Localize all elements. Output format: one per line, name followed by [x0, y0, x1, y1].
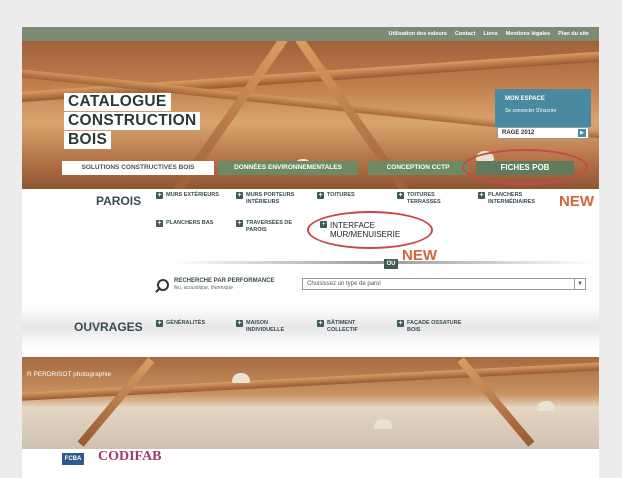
account-links[interactable]: Se connecter S'inscrire	[505, 108, 556, 114]
plus-icon: +	[236, 320, 243, 327]
lamp	[374, 419, 392, 429]
plus-icon: +	[156, 192, 163, 199]
parois-item[interactable]: + TOITURES TERRASSES	[397, 192, 457, 205]
item-label: TRAVERSÉES DE PAROIS	[246, 220, 293, 233]
search-sub: feu, acoustique, thermique	[174, 285, 233, 291]
plus-icon: +	[317, 320, 324, 327]
item-label: GÉNÉRALITÉS	[166, 320, 206, 326]
plus-icon: +	[156, 220, 163, 227]
tab-solutions[interactable]: SOLUTIONS CONSTRUCTIVES BOIS	[62, 161, 214, 175]
account-box: MON ESPACE Se connecter S'inscrire	[495, 89, 591, 127]
paroi-type-select[interactable]: Choisissez un type de paroi ▼	[302, 278, 586, 290]
item-label: TOITURES TERRASSES	[407, 192, 441, 205]
codifab-logo[interactable]: CODIFAB	[98, 449, 162, 465]
tab-cctp[interactable]: CONCEPTION CCTP	[368, 161, 468, 175]
logo-line: CATALOGUE	[64, 93, 171, 111]
ouvrages-heading: OUVRAGES	[74, 320, 143, 334]
page-frame: Utilisation des valeurs Contact Liens Me…	[22, 27, 599, 478]
plus-icon: +	[236, 220, 243, 227]
plus-icon: +	[397, 192, 404, 199]
photo-credit: R PERDRISOT photographie	[27, 371, 112, 378]
chevron-down-icon: ▼	[574, 279, 585, 289]
arrow-right-icon: ▶	[578, 129, 586, 137]
new-badge: NEW	[559, 193, 594, 210]
ouvrages-item[interactable]: + MAISON INDIVIDUELLE	[236, 320, 296, 333]
ouvrages-item[interactable]: + BÂTIMENT COLLECTIF	[317, 320, 377, 333]
item-label: PLANCHERS INTERMÉDIAIRES	[488, 192, 536, 205]
tab-donnees[interactable]: DONNÉES ENVIRONNEMENTALES	[218, 161, 358, 175]
highlight-circle	[307, 211, 433, 249]
account-title: MON ESPACE	[505, 96, 545, 102]
parois-item[interactable]: + PLANCHERS BAS	[156, 220, 213, 227]
topnav-contact[interactable]: Contact	[455, 31, 475, 37]
topnav-legal[interactable]: Mentions légales	[506, 31, 550, 37]
rage-label: RAGE 2012	[502, 130, 535, 136]
item-label: FAÇADE OSSATURE BOIS	[407, 320, 462, 333]
lamp	[232, 373, 250, 383]
plus-icon: +	[156, 320, 163, 327]
ouvrages-item[interactable]: + GÉNÉRALITÉS	[156, 320, 205, 327]
plus-icon: +	[317, 192, 324, 199]
ou-badge: OU	[384, 259, 398, 269]
search-label: RECHERCHE PAR PERFORMANCE	[174, 278, 275, 284]
plus-icon: +	[236, 192, 243, 199]
item-label: BÂTIMENT COLLECTIF	[327, 320, 358, 333]
select-placeholder: Choisissez un type de paroi	[307, 281, 381, 287]
parois-item[interactable]: + TRAVERSÉES DE PAROIS	[236, 220, 302, 233]
rage-link[interactable]: RAGE 2012 ▶	[497, 127, 589, 139]
logo-line: BOIS	[64, 131, 112, 149]
lamp	[537, 401, 555, 411]
item-label: MAISON INDIVIDUELLE	[246, 320, 285, 333]
parois-item[interactable]: + PLANCHERS INTERMÉDIAIRES	[478, 192, 550, 205]
top-nav: Utilisation des valeurs Contact Liens Me…	[22, 27, 599, 41]
divider	[172, 261, 592, 264]
item-label: TOITURES	[327, 192, 355, 198]
plus-icon: +	[478, 192, 485, 199]
topnav-sitemap[interactable]: Plan du site	[558, 31, 589, 37]
parois-heading: PAROIS	[96, 194, 142, 208]
item-label: MURS PORTEURS INTÉRIEURS	[246, 192, 295, 205]
item-label: PLANCHERS BAS	[166, 220, 214, 226]
parois-item[interactable]: + MURS EXTÉRIEURS	[156, 192, 219, 199]
fcba-logo[interactable]: FCBA	[62, 453, 84, 465]
highlight-circle	[462, 149, 588, 185]
topnav-links[interactable]: Liens	[483, 31, 497, 37]
plus-icon: +	[397, 320, 404, 327]
ouvrages-item[interactable]: + FAÇADE OSSATURE BOIS	[397, 320, 475, 333]
parois-item[interactable]: + MURS PORTEURS INTÉRIEURS	[236, 192, 311, 205]
logo-line: CONSTRUCTION	[64, 112, 201, 130]
item-label: MURS EXTÉRIEURS	[166, 192, 219, 198]
search-icon	[157, 279, 169, 291]
beam	[22, 360, 599, 402]
parois-item[interactable]: + TOITURES	[317, 192, 355, 199]
topnav-usage[interactable]: Utilisation des valeurs	[389, 31, 447, 37]
site-logo[interactable]: CATALOGUE CONSTRUCTION BOIS	[64, 93, 201, 150]
